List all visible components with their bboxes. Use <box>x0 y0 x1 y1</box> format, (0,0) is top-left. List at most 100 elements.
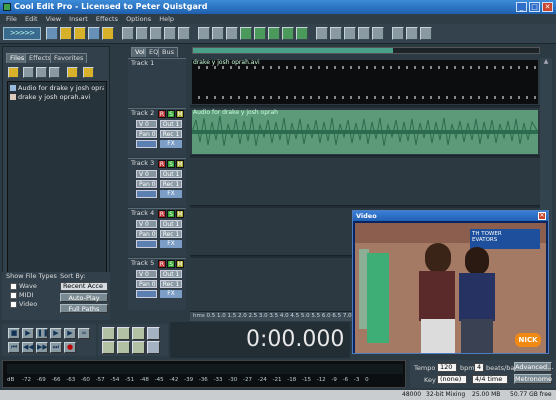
midi-checkbox[interactable] <box>10 291 17 299</box>
track-header[interactable]: Track 5 R S M V 0 Out 1 Pan 0 Rec 1 FX <box>128 258 186 310</box>
volume-control[interactable]: V 0 <box>136 120 157 128</box>
volume-control[interactable]: V 0 <box>136 220 157 228</box>
audio-clip[interactable] <box>192 110 538 154</box>
volume-control[interactable]: V 0 <box>136 270 157 278</box>
video-close-button[interactable]: ✕ <box>538 212 546 220</box>
cue-icon[interactable] <box>330 27 342 40</box>
open-append-icon[interactable] <box>74 27 86 40</box>
open-file-icon[interactable] <box>8 67 19 78</box>
sort-select[interactable]: Recent Acce <box>60 282 108 291</box>
folder-icon[interactable] <box>67 67 78 78</box>
track-lane[interactable]: Audio for drake y josh oprah <box>190 108 540 156</box>
stop-icon[interactable]: ■ <box>8 328 20 339</box>
play-looped-icon[interactable]: ▶ <box>64 328 76 339</box>
zoom-out-vertical-icon[interactable] <box>147 341 160 354</box>
edit-view-toggle-button[interactable]: >>>>> <box>3 27 41 40</box>
cut-icon[interactable] <box>122 27 134 40</box>
mute-button[interactable]: M <box>176 260 184 268</box>
record-input-button[interactable]: Rec 1 <box>160 280 182 288</box>
record-icon[interactable]: ● <box>64 342 76 353</box>
overview-bar[interactable] <box>192 47 540 54</box>
insert-video-icon[interactable] <box>282 27 294 40</box>
menu-effects[interactable]: Effects <box>96 15 118 23</box>
menu-file[interactable]: File <box>6 15 17 23</box>
menu-view[interactable]: View <box>46 15 61 23</box>
solo-button[interactable]: S <box>167 260 175 268</box>
paste-icon[interactable] <box>150 27 162 40</box>
pan-control[interactable]: Pan 0 <box>136 280 157 288</box>
go-to-end-icon[interactable]: ⏭ <box>50 342 62 353</box>
zoom-selection-icon[interactable] <box>132 341 145 354</box>
zoom-in-horizontal-icon[interactable] <box>102 327 115 340</box>
save-all-icon[interactable] <box>102 27 114 40</box>
filter-wave[interactable]: Wave <box>10 282 37 290</box>
record-input-button[interactable]: Rec 1 <box>160 230 182 238</box>
undo-icon[interactable] <box>164 27 176 40</box>
fx-button[interactable]: FX <box>160 290 182 298</box>
marker-icon[interactable] <box>358 27 370 40</box>
fx-button[interactable]: FX <box>160 240 182 248</box>
wave-checkbox[interactable] <box>10 282 17 290</box>
key-select[interactable]: (none) <box>437 375 467 384</box>
rewind-icon[interactable]: ◀◀ <box>22 342 34 353</box>
full-paths-button[interactable]: Full Paths <box>60 304 108 313</box>
track-props-icon[interactable] <box>372 27 384 40</box>
play-list-icon[interactable] <box>392 27 404 40</box>
zoom-left-icon[interactable] <box>102 341 115 354</box>
scroll-up-icon[interactable]: ▲ <box>540 58 552 65</box>
lock-button[interactable] <box>136 290 157 298</box>
track-lane[interactable] <box>190 158 540 206</box>
play-to-end-icon[interactable]: ▶ <box>50 328 62 339</box>
help-icon[interactable] <box>83 67 94 78</box>
zoom-full-icon[interactable] <box>132 327 145 340</box>
play-icon[interactable]: ▶ <box>22 328 34 339</box>
track-header[interactable]: Track 4 R S M V 0 Out 1 Pan 0 Rec 1 FX <box>128 208 186 256</box>
output-button[interactable]: Out 1 <box>160 170 182 178</box>
metronome-button[interactable]: Metronome <box>514 374 552 384</box>
tempo-input[interactable]: 120 <box>437 363 457 372</box>
volume-control[interactable]: V 0 <box>136 170 157 178</box>
time-signature-select[interactable]: 4/4 time <box>472 375 508 384</box>
mixdown-icon[interactable] <box>296 27 308 40</box>
close-file-icon[interactable] <box>23 67 34 78</box>
video-window[interactable]: Video ✕ TH TOWER EVATORS NICK <box>352 210 549 354</box>
advanced-button[interactable]: Advanced... <box>514 362 553 372</box>
lock-button[interactable] <box>136 140 157 148</box>
video-clip[interactable] <box>192 60 538 104</box>
mix-icon[interactable] <box>240 27 252 40</box>
close-button[interactable]: ✕ <box>542 2 553 12</box>
lock-button[interactable] <box>136 240 157 248</box>
tab-favorites[interactable]: Favorites <box>50 53 88 63</box>
fx-button[interactable]: FX <box>160 190 182 198</box>
maximize-button[interactable]: □ <box>529 2 540 12</box>
snap-icon[interactable] <box>316 27 328 40</box>
loop-icon[interactable] <box>344 27 356 40</box>
menu-edit[interactable]: Edit <box>25 15 38 23</box>
record-arm-button[interactable]: R <box>158 160 166 168</box>
solo-button[interactable]: S <box>167 110 175 118</box>
auto-play-button[interactable]: Auto-Play <box>60 293 108 302</box>
level-meter[interactable]: dB -72 -69 -66 -63 -60 -57 -54 -51 -48 -… <box>2 360 406 388</box>
new-icon[interactable] <box>46 27 58 40</box>
loop-icon[interactable]: ∞ <box>78 328 90 339</box>
record-arm-button[interactable]: R <box>158 210 166 218</box>
solo-button[interactable]: S <box>167 210 175 218</box>
time-select-icon[interactable] <box>226 27 238 40</box>
go-to-start-icon[interactable]: ⏮ <box>8 342 20 353</box>
track-header[interactable]: Track 3 R S M V 0 Out 1 Pan 0 Rec 1 FX <box>128 158 186 206</box>
track-header[interactable]: Track 2 R S M V 0 Out 1 Pan 0 Rec 1 FX <box>128 108 186 156</box>
record-arm-button[interactable]: R <box>158 260 166 268</box>
fast-forward-icon[interactable]: ▶▶ <box>36 342 48 353</box>
mute-button[interactable]: M <box>176 110 184 118</box>
envelope-icon[interactable] <box>198 27 210 40</box>
settings-icon[interactable] <box>420 27 432 40</box>
menu-help[interactable]: Help <box>159 15 174 23</box>
track-lane[interactable]: drake y josh oprah.avi <box>190 58 540 106</box>
output-button[interactable]: Out 1 <box>160 120 182 128</box>
mute-button[interactable]: M <box>176 210 184 218</box>
output-button[interactable]: Out 1 <box>160 270 182 278</box>
track-header[interactable]: Track 1 <box>128 58 186 106</box>
list-item[interactable]: Audio for drake y josh oprah <box>10 84 104 93</box>
insert-midi-icon[interactable] <box>268 27 280 40</box>
redo-icon[interactable] <box>178 27 190 40</box>
